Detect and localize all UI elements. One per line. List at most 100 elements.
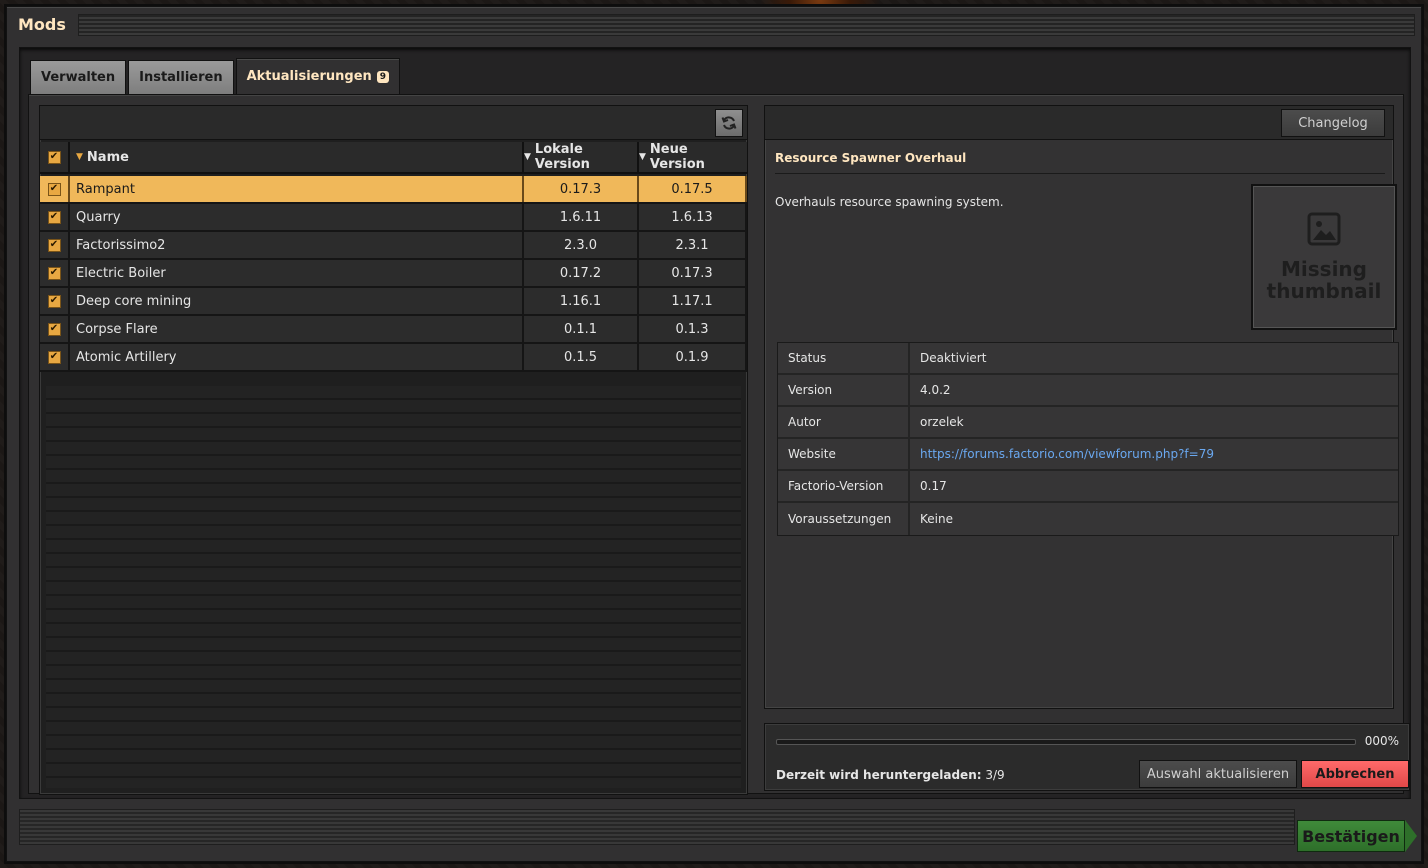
new-version: 0.1.9 [639,344,747,370]
local-version: 1.6.11 [524,204,639,230]
content-frame: Verwalten Installieren Aktualisierungen … [19,47,1411,799]
new-version: 2.3.1 [639,232,747,258]
info-key: Factorio-Version [778,471,910,501]
mods-window: Mods Verwalten Installieren Aktualisieru… [6,6,1422,862]
info-value: 0.17 [920,479,947,493]
row-check-cell: ✔ [40,232,70,258]
drag-handle[interactable] [77,14,1415,36]
column-header-name[interactable]: ▼ Name [70,142,524,172]
mod-name: Atomic Artillery [70,344,524,370]
sort-arrow-icon: ▼ [524,152,531,162]
info-key: Version [778,375,910,405]
confirm-button-arrow [1405,820,1417,852]
row-checkbox[interactable]: ✔ [47,266,61,280]
row-check-cell: ✔ [40,316,70,342]
thumbnail-placeholder-text: Missing thumbnail [1267,258,1382,302]
tab-verwalten[interactable]: Verwalten [30,60,127,94]
progress-percent: 000% [1364,734,1399,748]
detail-toolbar: Changelog [765,106,1393,140]
info-key: Autor [778,407,910,437]
window-title: Mods [18,14,66,34]
mod-description: Overhauls resource spawning system. [775,195,1004,209]
mod-name: Corpse Flare [70,316,524,342]
changelog-button[interactable]: Changelog [1281,109,1385,137]
table-row[interactable]: ✔ Factorissimo2 2.3.0 2.3.1 [40,232,747,260]
row-check-cell: ✔ [40,288,70,314]
row-check-cell: ✔ [40,176,70,202]
new-version: 0.1.3 [639,316,747,342]
info-key: Status [778,343,910,373]
select-all-checkbox[interactable]: ✔ [47,150,61,164]
download-status: Derzeit wird heruntergeladen: 3/9 [776,768,1005,782]
download-status-label: Derzeit wird heruntergeladen: [776,768,982,782]
table-row[interactable]: ✔ Quarry 1.6.11 1.6.13 [40,204,747,232]
mod-info-table: Status Deaktiviert Version 4.0.2 Autor o… [777,342,1399,536]
local-version: 1.16.1 [524,288,639,314]
row-checkbox[interactable]: ✔ [47,182,61,196]
refresh-button[interactable] [715,109,743,137]
update-selection-button[interactable]: Auswahl aktualisieren [1139,760,1297,788]
mod-update-list: ✔ ▼ Name ▼ Lokale Version ▼ Neue Version [39,105,748,795]
column-label: Lokale Version [534,142,590,172]
confirm-button[interactable]: Bestätigen [1297,820,1405,852]
sort-arrow-icon: ▼ [639,152,646,162]
table-row[interactable]: ✔ Atomic Artillery 0.1.5 0.1.9 [40,344,747,372]
row-checkbox[interactable]: ✔ [47,238,61,252]
select-all-header[interactable]: ✔ [40,142,70,172]
download-progress-panel: 000% Derzeit wird heruntergeladen: 3/9 A… [764,723,1410,791]
website-link[interactable]: https://forums.factorio.com/viewforum.ph… [910,439,1398,469]
local-version: 0.17.2 [524,260,639,286]
table-row[interactable]: ✔ Corpse Flare 0.1.1 0.1.3 [40,316,747,344]
info-value: Keine [920,512,953,526]
info-value: 4.0.2 [920,383,951,397]
mod-detail-panel: Changelog Resource Spawner Overhaul Over… [764,105,1399,709]
download-progress-bar [776,739,1356,745]
row-check-cell: ✔ [40,204,70,230]
row-checkbox[interactable]: ✔ [47,322,61,336]
mod-thumbnail: Missing thumbnail [1251,184,1397,330]
local-version: 0.1.5 [524,344,639,370]
new-version: 0.17.3 [639,260,747,286]
column-label: Name [86,149,129,165]
bottom-drag-bar [19,809,1295,845]
row-checkbox[interactable]: ✔ [47,294,61,308]
local-version: 0.1.1 [524,316,639,342]
tab-label: Verwalten [41,70,116,85]
column-header-local-version[interactable]: ▼ Lokale Version [524,142,639,172]
row-checkbox[interactable]: ✔ [47,210,61,224]
thumbnail-text-line: Missing [1281,257,1367,281]
info-row-factorio-version: Factorio-Version 0.17 [778,471,1398,503]
mod-rows: ✔ Rampant 0.17.3 0.17.5 ✔ Quarry 1.6.11 … [40,176,747,372]
refresh-icon [721,116,737,130]
tab-bar: Verwalten Installieren Aktualisierungen … [30,58,401,94]
updates-count-badge: 9 [376,70,390,83]
cancel-button[interactable]: Abbrechen [1301,760,1409,788]
row-check-cell: ✔ [40,344,70,370]
mod-name: Factorissimo2 [70,232,524,258]
download-count: 3/9 [985,768,1005,782]
info-value: orzelek [920,415,964,429]
table-row[interactable]: ✔ Electric Boiler 0.17.2 0.17.3 [40,260,747,288]
mod-name: Rampant [70,176,524,202]
thumbnail-text-line: thumbnail [1266,279,1382,303]
info-row-status: Status Deaktiviert [778,343,1398,375]
mod-name: Deep core mining [70,288,524,314]
info-row-version: Version 4.0.2 [778,375,1398,407]
title-bar: Mods [7,7,1421,43]
row-checkbox[interactable]: ✔ [47,350,61,364]
local-version: 0.17.3 [524,176,639,202]
info-key: Website [778,439,910,469]
table-row[interactable]: ✔ Rampant 0.17.3 0.17.5 [40,176,747,204]
table-row[interactable]: ✔ Deep core mining 1.16.1 1.17.1 [40,288,747,316]
empty-list-area [46,386,741,788]
list-toolbar [40,106,747,140]
mod-name: Quarry [70,204,524,230]
info-row-author: Autor orzelek [778,407,1398,439]
tab-label: Installieren [139,70,223,85]
tab-aktualisierungen[interactable]: Aktualisierungen 9 [235,58,401,94]
info-row-dependencies: Voraussetzungen Keine [778,503,1398,535]
row-check-cell: ✔ [40,260,70,286]
tab-installieren[interactable]: Installieren [128,60,234,94]
column-header-new-version[interactable]: ▼ Neue Version [639,142,747,172]
new-version: 1.6.13 [639,204,747,230]
